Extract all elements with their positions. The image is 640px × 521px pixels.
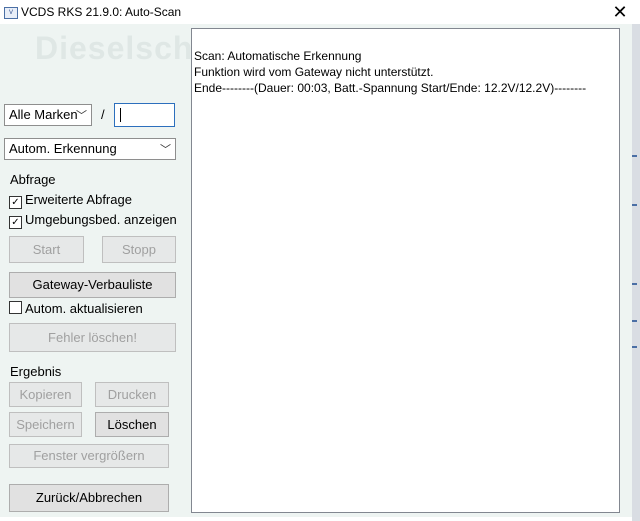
delete-button[interactable]: Löschen bbox=[95, 412, 169, 437]
chevron-down-icon: ﹀ bbox=[76, 110, 87, 122]
window-title: VCDS RKS 21.9.0: Auto-Scan bbox=[21, 5, 182, 19]
mode-select-value: Autom. Erkennung bbox=[9, 141, 117, 156]
title-bar: V VCDS RKS 21.9.0: Auto-Scan ✕ bbox=[0, 0, 640, 24]
background-window-mark bbox=[632, 204, 637, 206]
back-cancel-button[interactable]: Zurück/Abbrechen bbox=[9, 484, 169, 512]
checkmark-icon: ✓ bbox=[9, 216, 22, 229]
show-environment-checkbox[interactable]: ✓ Umgebungsbed. anzeigen bbox=[9, 212, 177, 229]
background-window-edge bbox=[632, 24, 640, 521]
copy-button[interactable]: Kopieren bbox=[9, 382, 82, 407]
output-line: Ende--------(Dauer: 00:03, Batt.-Spannun… bbox=[194, 81, 587, 95]
scan-output-textarea[interactable]: Scan: Automatische Erkennung Funktion wir… bbox=[191, 28, 620, 513]
checkbox-empty-icon bbox=[9, 301, 22, 314]
background-window-mark bbox=[632, 155, 637, 157]
separator: / bbox=[101, 107, 105, 122]
save-button[interactable]: Speichern bbox=[9, 412, 82, 437]
close-icon[interactable]: ✕ bbox=[610, 2, 630, 22]
background-window-mark bbox=[632, 346, 637, 348]
stop-button[interactable]: Stopp bbox=[102, 236, 176, 263]
manufacturer-select[interactable]: Alle Marken ﹀ bbox=[4, 104, 92, 126]
background-window-mark bbox=[632, 283, 637, 285]
show-environment-label: Umgebungsbed. anzeigen bbox=[25, 212, 177, 227]
text-caret bbox=[120, 108, 121, 122]
vcds-app-icon: V bbox=[4, 7, 18, 19]
clear-faults-button[interactable]: Fehler löschen! bbox=[9, 323, 176, 352]
output-line: Scan: Automatische Erkennung bbox=[194, 49, 362, 63]
extended-query-label: Erweiterte Abfrage bbox=[25, 192, 132, 207]
print-button[interactable]: Drucken bbox=[95, 382, 169, 407]
start-button[interactable]: Start bbox=[9, 236, 84, 263]
checkmark-icon: ✓ bbox=[9, 196, 22, 209]
enlarge-window-button[interactable]: Fenster vergrößern bbox=[9, 444, 169, 468]
auto-update-label: Autom. aktualisieren bbox=[25, 301, 143, 316]
query-group-label: Abfrage bbox=[10, 172, 56, 187]
gateway-list-button[interactable]: Gateway-Verbauliste bbox=[9, 272, 176, 298]
extended-query-checkbox[interactable]: ✓ Erweiterte Abfrage bbox=[9, 192, 132, 209]
auto-update-checkbox[interactable]: Autom. aktualisieren bbox=[9, 301, 143, 316]
mode-select[interactable]: Autom. Erkennung ﹀ bbox=[4, 138, 176, 160]
manufacturer-select-value: Alle Marken bbox=[9, 107, 78, 122]
background-window-mark bbox=[632, 320, 637, 322]
chevron-down-icon: ﹀ bbox=[160, 144, 171, 156]
address-input[interactable] bbox=[114, 103, 175, 127]
output-line: Funktion wird vom Gateway nicht unterstü… bbox=[194, 65, 434, 79]
result-group-label: Ergebnis bbox=[10, 364, 62, 379]
